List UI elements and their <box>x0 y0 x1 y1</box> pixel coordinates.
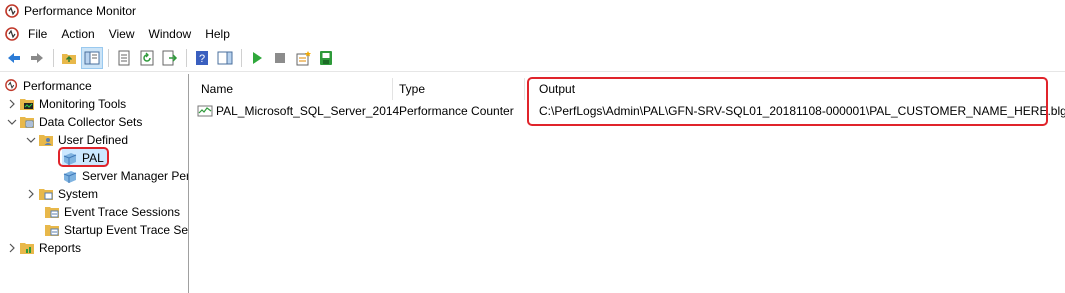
properties-icon <box>118 50 130 66</box>
column-header-name[interactable]: Name <box>201 80 233 98</box>
refresh-icon <box>140 50 154 66</box>
tree-label: Performance <box>23 79 92 93</box>
svg-text:?: ? <box>199 53 205 65</box>
menu-window[interactable]: Window <box>142 27 199 41</box>
data-collector-sets-icon <box>20 117 34 128</box>
start-button[interactable] <box>246 47 268 69</box>
performance-counter-icon <box>197 105 213 117</box>
system-menu-icon[interactable] <box>5 27 19 41</box>
toolbar: ? <box>0 45 1065 72</box>
toolbar-separator <box>53 49 54 67</box>
show-hide-tree-icon <box>84 51 100 65</box>
tree-label: Data Collector Sets <box>39 115 143 129</box>
stop-icon <box>275 53 285 63</box>
title-bar: Performance Monitor <box>0 0 1065 22</box>
tree-label: System <box>58 187 99 201</box>
new-data-collector-icon <box>296 51 311 66</box>
column-separator[interactable] <box>392 78 393 100</box>
tree-item-event-trace-sessions[interactable]: Event Trace Sessions <box>44 203 180 221</box>
window-title: Performance Monitor <box>24 4 137 18</box>
tree-item-data-collector-sets[interactable]: Data Collector Sets <box>7 113 142 131</box>
tree-label: Event Trace Sessions <box>64 205 181 219</box>
menu-file[interactable]: File <box>21 27 54 41</box>
start-icon <box>253 52 262 64</box>
export-list-icon <box>162 50 178 66</box>
menu-bar: File Action View Window Help <box>0 24 1065 44</box>
tree-label: Monitoring Tools <box>39 97 127 111</box>
toolbar-separator <box>108 49 109 67</box>
highlight-pal <box>58 147 109 167</box>
tree-item-performance[interactable]: Performance <box>5 77 92 95</box>
menu-help[interactable]: Help <box>198 27 237 41</box>
chevron-right-icon[interactable] <box>26 189 36 199</box>
reports-icon <box>20 243 34 254</box>
back-button[interactable] <box>3 47 25 69</box>
chevron-right-icon[interactable] <box>7 99 17 109</box>
data-collector-set-icon <box>63 171 77 183</box>
tree-item-server-manager[interactable]: Server Manager Per <box>62 167 189 185</box>
help-button[interactable]: ? <box>191 47 213 69</box>
tree-item-reports[interactable]: Reports <box>7 239 81 257</box>
show-hide-action-pane-icon <box>217 51 233 65</box>
tree-label: Reports <box>39 241 82 255</box>
menu-action[interactable]: Action <box>54 27 101 41</box>
up-folder-icon <box>62 54 76 64</box>
cell-name: PAL_Microsoft_SQL_Server_2014 <box>216 104 400 118</box>
navigation-tree: Performance Monitoring Tools Data Collec… <box>0 74 189 293</box>
details-list: Name Type Output PAL_Microsoft_SQL_Serve… <box>193 74 1065 293</box>
tree-item-system[interactable]: System <box>26 185 98 203</box>
forward-icon <box>31 53 43 63</box>
monitoring-tools-icon <box>20 99 34 110</box>
column-header-label: Type <box>399 82 426 96</box>
tree-item-startup-event-trace-sessions[interactable]: Startup Event Trace Ses <box>44 221 189 239</box>
startup-event-trace-icon <box>45 225 59 236</box>
event-trace-icon <box>45 207 59 218</box>
toolbar-separator <box>186 49 187 67</box>
stop-button[interactable] <box>269 47 291 69</box>
menu-view[interactable]: View <box>102 27 142 41</box>
tree-item-monitoring-tools[interactable]: Monitoring Tools <box>7 95 126 113</box>
table-row[interactable]: PAL_Microsoft_SQL_Server_2014 <box>197 102 399 120</box>
up-folder-button[interactable] <box>58 47 80 69</box>
toolbar-separator <box>241 49 242 67</box>
back-icon <box>8 53 20 63</box>
performance-icon <box>5 79 18 92</box>
cell-type: Performance Counter <box>399 104 514 118</box>
new-data-collector-button[interactable] <box>292 47 314 69</box>
highlight-output <box>527 77 1048 126</box>
tree-label: Startup Event Trace Ses <box>64 223 189 237</box>
save-icon <box>320 51 332 65</box>
column-header-type[interactable]: Type <box>399 80 425 98</box>
user-defined-icon <box>39 135 53 146</box>
column-header-label: Name <box>201 82 234 96</box>
column-separator[interactable] <box>524 78 525 100</box>
chevron-right-icon[interactable] <box>7 243 17 253</box>
refresh-button[interactable] <box>136 47 158 69</box>
forward-button[interactable] <box>26 47 48 69</box>
save-button[interactable] <box>315 47 337 69</box>
show-hide-tree-button[interactable] <box>81 47 103 69</box>
export-list-button[interactable] <box>159 47 181 69</box>
show-hide-action-pane-button[interactable] <box>214 47 236 69</box>
system-folder-icon <box>39 189 53 200</box>
chevron-down-icon[interactable] <box>7 117 17 127</box>
chevron-down-icon[interactable] <box>26 135 36 145</box>
tree-label: Server Manager Per <box>82 169 189 183</box>
help-icon: ? <box>196 51 208 65</box>
properties-button[interactable] <box>113 47 135 69</box>
performance-monitor-icon <box>5 4 19 18</box>
tree-label: User Defined <box>58 133 129 147</box>
